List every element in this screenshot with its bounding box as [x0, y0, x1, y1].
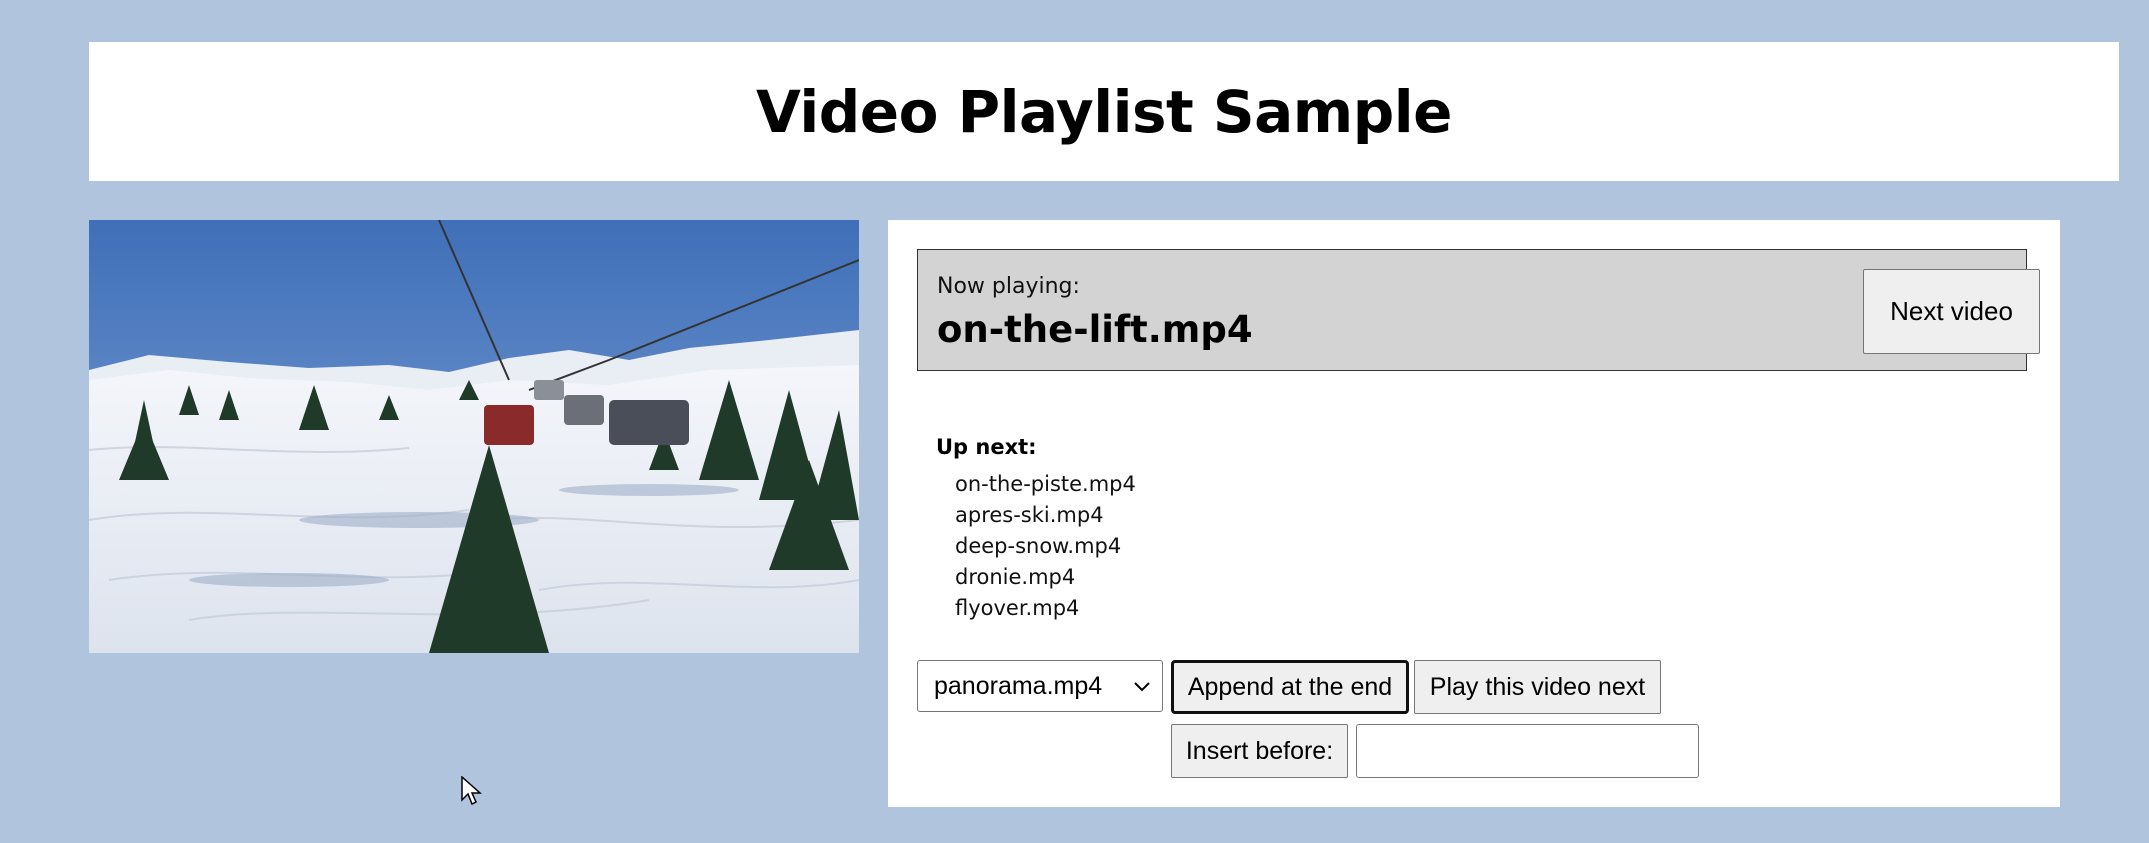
list-item: dronie.mp4: [955, 565, 1076, 589]
list-item: flyover.mp4: [955, 596, 1080, 620]
next-video-button[interactable]: Next video: [1863, 269, 2040, 354]
page-header: Video Playlist Sample: [89, 42, 2119, 181]
append-button[interactable]: Append at the end: [1171, 660, 1409, 714]
video-frame: [89, 220, 859, 653]
video-select-value: panorama.mp4: [934, 671, 1103, 700]
list-item: apres-ski.mp4: [955, 503, 1104, 527]
now-playing-label: Now playing:: [937, 274, 1080, 299]
video-player[interactable]: [89, 220, 859, 653]
video-select[interactable]: panorama.mp4: [917, 660, 1163, 712]
play-next-button[interactable]: Play this video next: [1414, 660, 1661, 714]
up-next-list: on-the-piste.mp4 apres-ski.mp4 deep-snow…: [955, 469, 1136, 624]
list-item: deep-snow.mp4: [955, 534, 1122, 558]
insert-before-input[interactable]: [1356, 724, 1699, 778]
mouse-cursor-icon: [461, 776, 482, 806]
page-title: Video Playlist Sample: [756, 77, 1452, 146]
now-playing-file: on-the-lift.mp4: [937, 308, 1253, 351]
list-item: on-the-piste.mp4: [955, 472, 1136, 496]
chevron-down-icon: [1134, 682, 1150, 692]
up-next-label: Up next:: [936, 435, 1037, 459]
insert-before-button[interactable]: Insert before:: [1171, 724, 1348, 778]
playlist-panel: Now playing: on-the-lift.mp4 Next video …: [888, 220, 2060, 807]
now-playing-box: Now playing: on-the-lift.mp4 Next video: [917, 249, 2040, 371]
